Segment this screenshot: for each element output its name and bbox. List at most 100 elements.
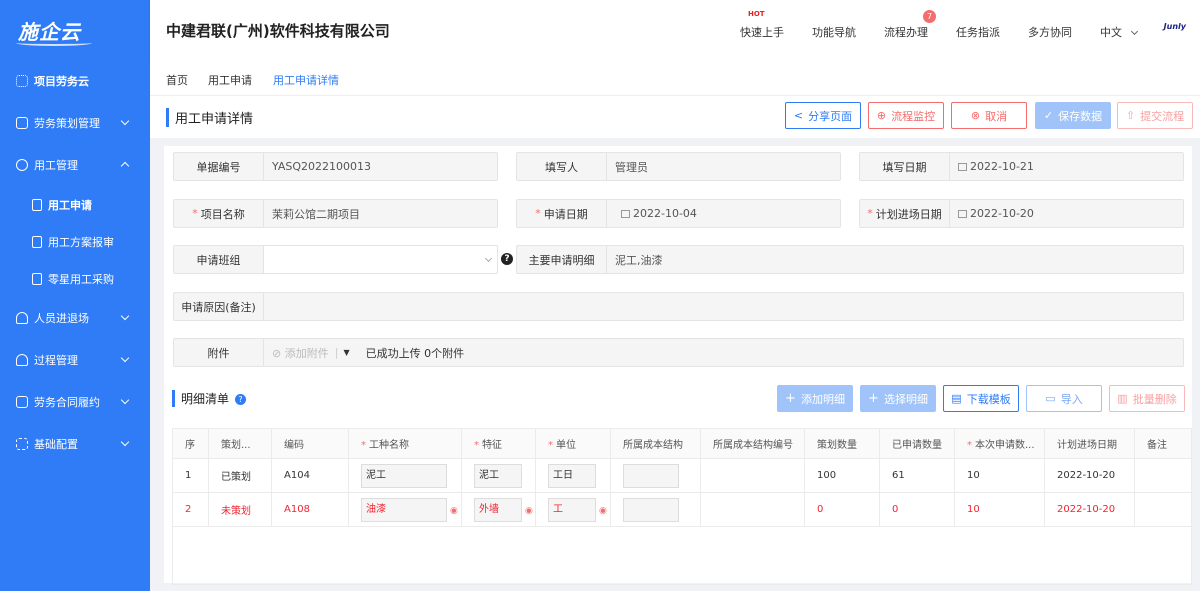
- attachment-field: 附件 ⊘ 添加附件 | ▼ 已成功上传 0个附件: [173, 338, 1184, 367]
- chevron-down-icon: [120, 395, 130, 405]
- tab-labor-apply-detail[interactable]: 用工申请详情: [273, 72, 339, 98]
- field-value: YASQ2022100013: [272, 160, 372, 173]
- planned-entry-date-field[interactable]: * 计划进场日期 2022-10-20: [859, 199, 1184, 228]
- sidebar-item-labor-management[interactable]: 用工管理: [0, 144, 150, 186]
- unit-input[interactable]: 工: [548, 497, 596, 522]
- nav-task-assign[interactable]: 任务指派: [956, 24, 1000, 40]
- help-icon[interactable]: ?: [235, 394, 247, 405]
- document-icon: ▤: [951, 392, 962, 405]
- nav-label: 流程办理: [884, 26, 928, 39]
- button-label: 提交流程: [1140, 109, 1185, 123]
- field-label: 申请原因(备注): [174, 293, 264, 320]
- reason-field[interactable]: 申请原因(备注): [173, 292, 1184, 321]
- cell-feature: 泥工: [461, 458, 536, 493]
- writer-field: 填写人 管理员: [516, 152, 841, 181]
- sidebar-item-personnel[interactable]: 人员进退场: [0, 297, 150, 339]
- close-circle-icon: ⊗: [970, 109, 981, 122]
- share-page-button[interactable]: < 分享页面: [785, 102, 861, 129]
- help-icon[interactable]: ?: [501, 253, 513, 265]
- nav-collaboration[interactable]: 多方协同: [1028, 24, 1072, 40]
- sidebar-item-label: 劳务合同履约: [34, 396, 100, 409]
- cell-current-qty[interactable]: 10: [954, 492, 1045, 527]
- cell-current-qty[interactable]: 10: [954, 458, 1045, 493]
- nav-flow-handle[interactable]: 7 流程办理: [884, 10, 936, 40]
- field-value: 2022-10-21: [950, 160, 1034, 173]
- tab-home[interactable]: 首页: [166, 72, 188, 88]
- button-label: 导入: [1060, 392, 1083, 406]
- header-text: 单位: [556, 440, 576, 451]
- sidebar-item-project-labor-cloud[interactable]: 项目劳务云: [0, 60, 150, 102]
- sidebar-item-process[interactable]: 过程管理: [0, 339, 150, 381]
- column-header: * 本次申请数...: [954, 428, 1045, 459]
- cost-structure-input[interactable]: [623, 497, 679, 522]
- batch-delete-button[interactable]: ▥ 批量删除: [1109, 385, 1185, 412]
- cell-remark[interactable]: [1134, 492, 1192, 527]
- sidebar-item-config[interactable]: 基础配置: [0, 423, 150, 465]
- sidebar-subitem-odd-purchase[interactable]: 零星用工采购: [0, 260, 150, 297]
- language-select[interactable]: 中文: [1100, 24, 1139, 40]
- button-label: 取消: [985, 109, 1008, 123]
- project-name-field[interactable]: * 项目名称 茉莉公馆二期项目: [173, 199, 498, 228]
- select-detail-button[interactable]: + 选择明细: [860, 385, 936, 412]
- tab-labor-apply[interactable]: 用工申请: [208, 72, 252, 88]
- eye-icon[interactable]: ◉: [599, 506, 607, 516]
- sidebar-item-label: 人员进退场: [34, 312, 89, 325]
- nav-label: 功能导航: [812, 26, 856, 39]
- cell-entry-date[interactable]: 2022-10-20: [1044, 492, 1135, 527]
- column-header: 策划数量: [804, 428, 880, 459]
- cell-entry-date[interactable]: 2022-10-20: [1044, 458, 1135, 493]
- import-button[interactable]: ▭ 导入: [1026, 385, 1102, 412]
- chevron-down-icon: [484, 254, 493, 263]
- doc-number-field: 单据编号 YASQ2022100013: [173, 152, 498, 181]
- cancel-button[interactable]: ⊗ 取消: [951, 102, 1027, 129]
- work-type-input[interactable]: 泥工: [361, 463, 447, 488]
- cost-structure-input[interactable]: [623, 463, 679, 488]
- work-type-input[interactable]: 油漆: [361, 497, 447, 522]
- sidebar-item-label: 用工申请: [48, 198, 92, 212]
- chevron-down-icon: [120, 311, 130, 321]
- label-text: 申请日期: [543, 207, 588, 221]
- grid-icon: [16, 75, 28, 87]
- cell-cost-structure-no: [700, 458, 805, 493]
- detail-list-title: 明细清单?: [172, 390, 247, 407]
- add-attachment-button[interactable]: ⊘ 添加附件: [264, 345, 329, 361]
- sidebar-item-labor-planning[interactable]: 劳务策划管理: [0, 102, 150, 144]
- feature-input[interactable]: 外墙: [474, 497, 522, 522]
- page-title: 用工申请详情: [166, 108, 253, 127]
- plus-icon: +: [785, 391, 796, 406]
- sidebar-subitem-labor-apply[interactable]: 用工申请: [0, 186, 150, 223]
- nav-function-guide[interactable]: 功能导航: [812, 24, 856, 40]
- chevron-up-icon: [120, 161, 130, 171]
- language-label: 中文: [1100, 26, 1122, 39]
- folder-icon: ▭: [1045, 392, 1056, 405]
- apply-date-field[interactable]: * 申请日期 2022-10-04: [516, 199, 841, 228]
- logo[interactable]: 施企云: [0, 0, 150, 60]
- sidebar-subitem-plan-review[interactable]: 用工方案报审: [0, 223, 150, 260]
- eye-icon[interactable]: ◉: [525, 506, 533, 516]
- team-select[interactable]: 申请班组: [173, 245, 498, 274]
- unit-input[interactable]: 工日: [548, 463, 596, 488]
- cell-remark[interactable]: [1134, 458, 1192, 493]
- table-row[interactable]: 2 未策划 A108 油漆 ◉ 外墙 ◉ 工 ◉ 0 0 10 2022-10-20: [172, 492, 1192, 527]
- process-monitor-button[interactable]: ⊕ 流程监控: [868, 102, 944, 129]
- eye-icon[interactable]: ◉: [450, 506, 458, 516]
- column-header: 备注: [1134, 428, 1192, 459]
- table-row[interactable]: 1 已策划 A104 泥工 泥工 工日 100 61 10 2022-10-20: [172, 458, 1192, 493]
- upload-status: 已成功上传 0个附件: [365, 346, 465, 360]
- field-label: 主要申请明细: [517, 246, 607, 273]
- submit-flow-button[interactable]: ⇧ 提交流程: [1117, 102, 1193, 129]
- nav-quick-start[interactable]: HOT 快速上手: [740, 10, 784, 40]
- top-bar: 中建君联(广州)软件科技有限公司 HOT 快速上手 功能导航 7 流程办理 任务指派…: [150, 0, 1200, 60]
- caret-down-icon[interactable]: ▼: [343, 348, 349, 357]
- download-template-button[interactable]: ▤ 下载模板: [943, 385, 1019, 412]
- date-text: 2022-10-04: [633, 207, 697, 220]
- feature-input[interactable]: 泥工: [474, 463, 522, 488]
- header-text: 工种名称: [369, 440, 409, 451]
- save-data-button[interactable]: ✓ 保存数据: [1035, 102, 1111, 129]
- sidebar-item-contract[interactable]: 劳务合同履约: [0, 381, 150, 423]
- add-detail-button[interactable]: + 添加明细: [777, 385, 853, 412]
- button-label: 批量删除: [1132, 392, 1177, 406]
- cell-feature: 外墙 ◉: [461, 492, 536, 527]
- field-label: * 计划进场日期: [860, 200, 950, 227]
- field-value: 2022-10-20: [950, 207, 1034, 220]
